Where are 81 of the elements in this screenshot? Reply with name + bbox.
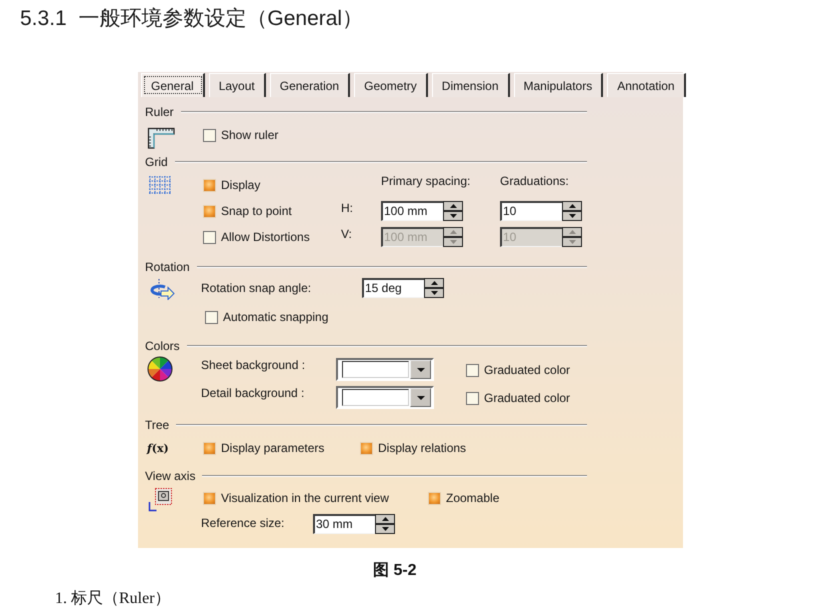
checkbox[interactable] [203,128,216,142]
spin-up-button[interactable] [562,201,582,211]
checkbox-label: Automatic snapping [223,310,328,324]
field-label: V: [341,226,353,241]
spin-down-button[interactable] [562,211,582,221]
spin-down-button[interactable] [443,237,463,247]
color-dropdown[interactable] [336,386,434,409]
field-label: Rotation snap angle: [201,281,312,295]
spin-up-button[interactable] [424,278,444,288]
field-label: Sheet background : [201,358,306,372]
color-dropdown[interactable] [336,358,434,381]
checkbox[interactable] [466,364,479,376]
up-triangle-icon [568,204,576,208]
number-field[interactable]: 30 mm [313,514,375,534]
section-title: Grid [145,155,168,169]
column-header: Graduations: [500,173,570,188]
spin-up-button[interactable] [443,201,463,211]
down-triangle-icon [568,214,576,218]
up-triangle-icon [568,230,576,234]
section-heading: 5.3.1 一般环境参数设定（General） [20,7,364,30]
checkbox-label: Display parameters [221,441,324,455]
checkbox-label: Graduated color [484,391,570,405]
dropdown-button[interactable] [410,360,431,379]
tab[interactable]: General [141,73,205,97]
checkbox-label: Display [221,178,260,192]
frame-axis-icon [147,488,173,512]
figure-caption: 图 5-2 [373,562,417,579]
spin-down-button[interactable] [424,288,444,298]
up-triangle-icon [430,281,438,285]
number-field[interactable]: 100 mm [381,201,443,221]
field-label: Reference size: [201,515,286,530]
checkbox[interactable] [466,392,479,404]
section-title: Ruler [145,105,174,119]
checkbox-label: Zoomable [446,491,500,505]
section-title: Colors [145,339,180,353]
number-field[interactable]: 10 [500,201,562,221]
checkbox[interactable] [203,230,216,244]
list-item-text: 1. 标尺（Ruler） [55,590,171,607]
down-triangle-icon [382,527,388,531]
ruler-icon [147,127,175,149]
tab[interactable]: Layout [208,73,266,97]
up-triangle-icon [382,517,388,521]
grid-icon [148,175,172,195]
checkbox-label: Snap to point [221,204,292,218]
tab[interactable]: Manipulators [514,73,604,97]
dropdown-button[interactable] [410,388,431,407]
checkbox-label: Display relations [378,441,466,455]
down-triangle-icon [450,214,456,218]
color-swatch-icon [342,389,409,406]
tab[interactable]: Dimension [432,73,510,97]
field-label: Detail background : [201,386,306,400]
spin-up-button[interactable] [375,514,395,524]
spin-down-button[interactable] [562,237,582,247]
column-header: Primary spacing: [381,173,472,188]
checkbox-label: Graduated color [484,363,570,377]
spin-down-button[interactable] [443,211,463,221]
section-title: View axis [145,469,196,483]
field-label: H: [341,200,354,215]
spin-down-button[interactable] [375,524,395,534]
tab[interactable]: Annotation [607,73,686,97]
down-triangle-icon [430,291,438,295]
section-title: Rotation [145,260,190,274]
checkbox-label: Allow Distortions [221,230,310,244]
formula-icon: f(x) [147,438,169,460]
section-title: Tree [145,418,170,432]
color-wheel-icon [147,356,173,382]
spin-up-button[interactable] [443,227,463,237]
caret-icon [416,396,424,400]
down-triangle-icon [568,240,576,244]
up-triangle-icon [450,204,456,208]
checkbox[interactable] [205,310,218,324]
color-swatch-icon [342,361,409,378]
checkbox-label: Visualization in the current view [221,491,389,505]
checkbox-label: Show ruler [221,128,278,142]
number-field[interactable]: 15 deg [362,278,424,298]
up-triangle-icon [450,230,456,234]
spin-up-button[interactable] [562,227,582,237]
tab[interactable]: Generation [270,73,350,97]
down-triangle-icon [450,240,456,244]
tab[interactable]: Geometry [354,73,428,97]
caret-icon [416,368,424,372]
